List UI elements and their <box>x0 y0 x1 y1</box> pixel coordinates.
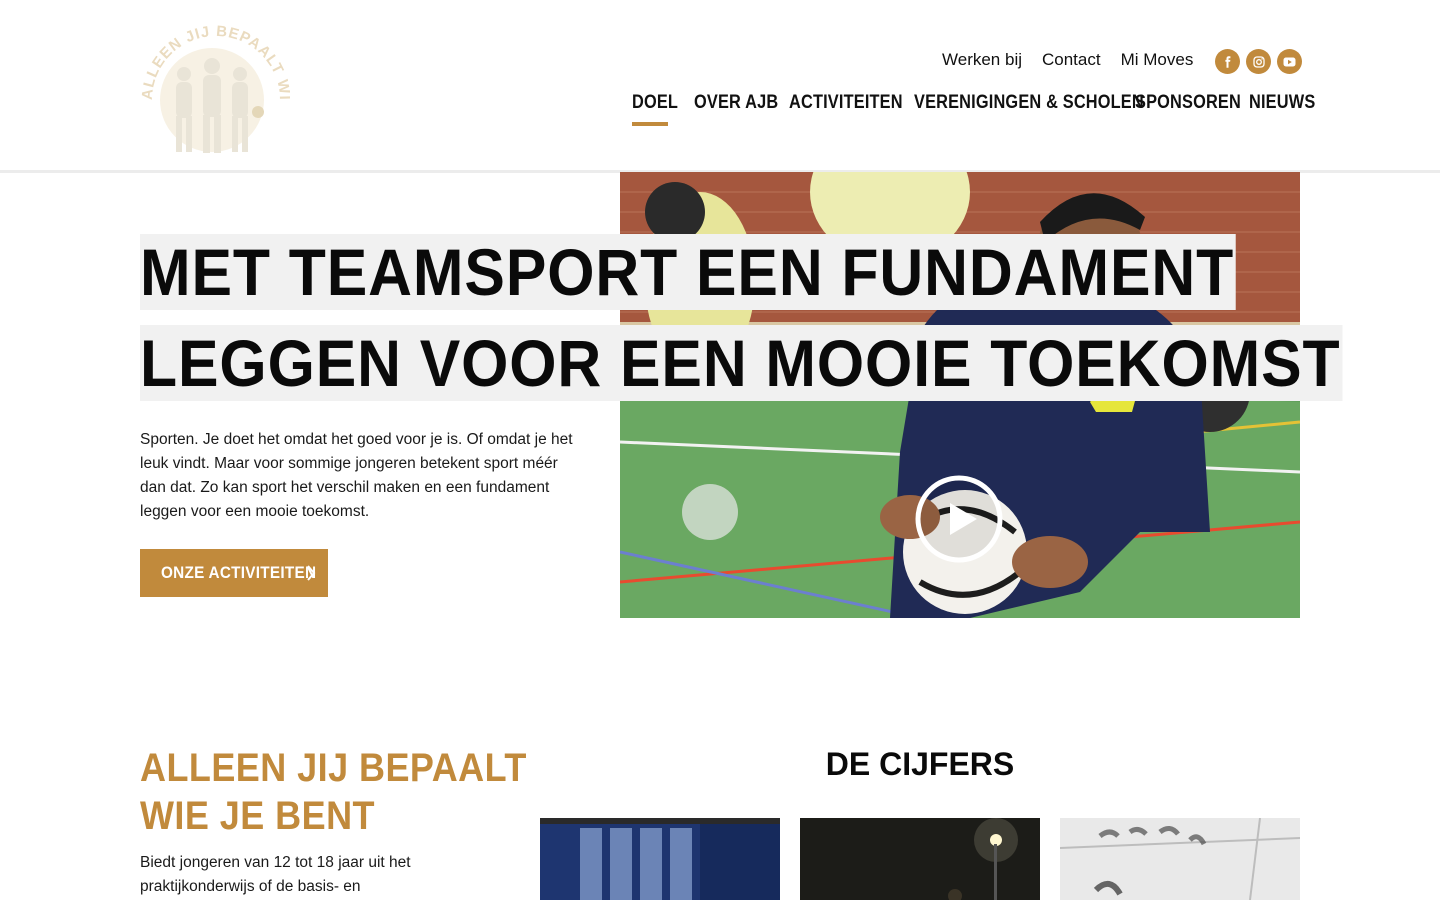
section-title-line-2: WIE JE BENT <box>140 794 375 838</box>
cijfers-title: DE CIJFERS <box>825 746 1015 782</box>
nav-item-doel: DOEL <box>632 92 678 126</box>
cta-label: ONZE ACTIVITEITEN <box>161 563 317 582</box>
youtube-icon[interactable] <box>1277 49 1302 74</box>
cijfers-card-2[interactable] <box>800 818 1040 900</box>
instagram-icon[interactable] <box>1246 49 1271 74</box>
card-image <box>800 818 1040 900</box>
nav-link-doel[interactable]: DOEL <box>632 92 678 120</box>
nav-link-activiteiten[interactable]: ACTIVITEITEN <box>789 92 903 120</box>
chevron-right-icon <box>306 564 316 587</box>
section-title: ALLEEN JIJ BEPAALT WIE JE BENT <box>140 744 527 840</box>
onze-activiteiten-button[interactable]: ONZE ACTIVITEITEN <box>140 549 328 597</box>
nav-item-sponsoren: SPONSOREN <box>1135 92 1241 126</box>
main-nav: DOEL OVER AJB ACTIVITEITEN VERENIGINGEN … <box>632 92 1315 126</box>
card-image <box>1060 818 1300 900</box>
nav-item-over-ajb: OVER AJB <box>694 92 778 126</box>
cijfers-card-3[interactable] <box>1060 818 1300 900</box>
nav-link-over-ajb[interactable]: OVER AJB <box>694 92 778 120</box>
nav-link-sponsoren[interactable]: SPONSOREN <box>1135 92 1241 120</box>
nav-link-nieuws[interactable]: NIEUWS <box>1249 92 1315 120</box>
section-intro-text: Biedt jongeren van 12 tot 18 jaar uit he… <box>140 854 411 895</box>
nav-link-verenigingen-scholen[interactable]: VERENIGINGEN & SCHOLEN <box>914 92 1144 120</box>
utility-nav: Werken bij Contact Mi Moves <box>942 48 1193 72</box>
card-image <box>540 818 780 900</box>
util-link-werken-bij[interactable]: Werken bij <box>942 48 1022 72</box>
hero-title-line-2: LEGGEN VOOR EEN MOOIE TOEKOMST <box>140 325 1343 401</box>
hero-intro-text: Sporten. Je doet het omdat het goed voor… <box>140 431 573 520</box>
social-links <box>1215 49 1302 74</box>
hero-title: MET TEAMSPORT EEN FUNDAMENT LEGGEN VOOR … <box>140 234 1440 416</box>
nav-item-activiteiten: ACTIVITEITEN <box>789 92 903 126</box>
facebook-icon[interactable] <box>1215 49 1240 74</box>
nav-item-verenigingen-scholen: VERENIGINGEN & SCHOLEN <box>914 92 1144 126</box>
hero-title-line-1: MET TEAMSPORT EEN FUNDAMENT <box>140 234 1237 310</box>
cijfers-card-1[interactable] <box>540 818 780 900</box>
section-title-line-1: ALLEEN JIJ BEPAALT <box>140 746 527 790</box>
util-link-mi-moves[interactable]: Mi Moves <box>1121 48 1194 72</box>
play-icon[interactable] <box>915 475 1003 563</box>
logo-image: ALLEEN JIJ BEPAALT WIE JE BENT <box>128 0 292 153</box>
logo[interactable]: ALLEEN JIJ BEPAALT WIE JE BENT <box>128 0 292 158</box>
util-link-contact[interactable]: Contact <box>1042 48 1101 72</box>
site-header: ALLEEN JIJ BEPAALT WIE JE BENT Werken bi… <box>0 0 1440 173</box>
nav-item-nieuws: NIEUWS <box>1249 92 1315 126</box>
